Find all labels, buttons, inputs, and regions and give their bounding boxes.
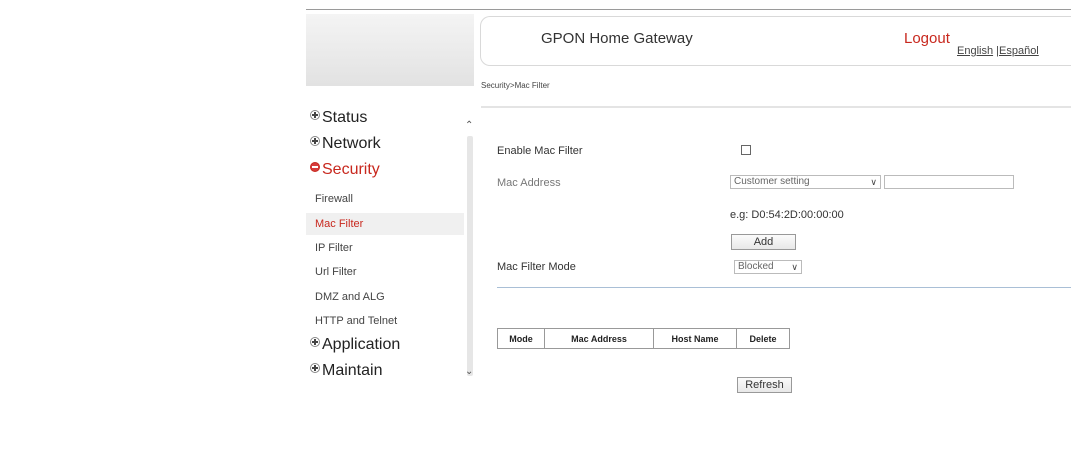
logout-link[interactable]: Logout <box>904 30 950 47</box>
sidebar-item-firewall[interactable]: Firewall <box>306 188 464 210</box>
chevron-down-icon: ∨ <box>870 177 877 187</box>
collapse-minus-icon <box>310 162 320 172</box>
top-rule <box>306 9 1071 10</box>
sidebar-scrollbar[interactable] <box>467 136 473 376</box>
nav-security[interactable]: Security <box>310 161 380 179</box>
enable-mac-filter-checkbox[interactable] <box>741 145 751 155</box>
mac-filter-mode-value: Blocked <box>738 261 774 272</box>
sidebar-item-dmz-alg[interactable]: DMZ and ALG <box>306 286 464 308</box>
lang-english-link[interactable]: English <box>957 45 993 57</box>
nav-application-label: Application <box>322 336 401 353</box>
column-mac-address: Mac Address <box>544 328 654 349</box>
sidebar-nav: Status Network Security Firewall Mac Fil… <box>306 100 482 390</box>
nav-maintain-label: Maintain <box>322 362 383 379</box>
gateway-title: GPON Home Gateway <box>541 30 693 47</box>
mac-filter-mode-select[interactable]: Blocked ∨ <box>734 260 802 274</box>
nav-status[interactable]: Status <box>310 109 367 127</box>
sidebar-item-url-filter[interactable]: Url Filter <box>306 261 464 283</box>
column-delete: Delete <box>736 328 790 349</box>
column-mode: Mode <box>497 328 545 349</box>
column-host-name: Host Name <box>653 328 737 349</box>
expand-plus-icon <box>310 337 320 347</box>
sidebar-item-ip-filter[interactable]: IP Filter <box>306 237 464 259</box>
language-switcher: English |Español <box>957 45 1039 57</box>
nav-network[interactable]: Network <box>310 135 381 153</box>
mac-address-select-value: Customer setting <box>734 176 810 187</box>
mac-address-input[interactable] <box>884 175 1014 189</box>
nav-security-label: Security <box>322 161 380 178</box>
expand-plus-icon <box>310 110 320 120</box>
nav-maintain[interactable]: Maintain <box>310 362 382 380</box>
sidebar-header <box>306 14 474 86</box>
enable-mac-filter-label: Enable Mac Filter <box>497 145 583 157</box>
sidebar-item-mac-filter[interactable]: Mac Filter <box>306 213 464 235</box>
mac-address-select[interactable]: Customer setting ∨ <box>730 175 881 189</box>
nav-application[interactable]: Application <box>310 336 400 354</box>
breadcrumb: Security>Mac Filter <box>481 81 550 90</box>
nav-network-label: Network <box>322 135 381 152</box>
sidebar-item-http-telnet[interactable]: HTTP and Telnet <box>306 310 464 332</box>
refresh-button[interactable]: Refresh <box>737 377 792 393</box>
expand-plus-icon <box>310 363 320 373</box>
divider <box>481 106 1071 108</box>
chevron-down-icon: ∨ <box>791 262 798 272</box>
page-header: GPON Home Gateway Logout English |Españo… <box>480 16 1071 66</box>
expand-plus-icon <box>310 136 320 146</box>
scroll-down-icon[interactable]: ⌄ <box>465 366 473 377</box>
table-header-row: Mode Mac Address Host Name Delete <box>497 328 790 349</box>
mac-filter-table: Mode Mac Address Host Name Delete <box>497 328 790 349</box>
mac-example-text: e.g: D0:54:2D:00:00:00 <box>730 209 844 221</box>
mac-filter-mode-label: Mac Filter Mode <box>497 261 576 273</box>
mac-address-label: Mac Address <box>497 177 561 189</box>
nav-status-label: Status <box>322 109 368 126</box>
scroll-up-icon[interactable]: ⌃ <box>465 120 473 131</box>
add-button[interactable]: Add <box>731 234 796 250</box>
lang-spanish-link[interactable]: Español <box>999 45 1039 57</box>
section-divider <box>497 287 1071 288</box>
